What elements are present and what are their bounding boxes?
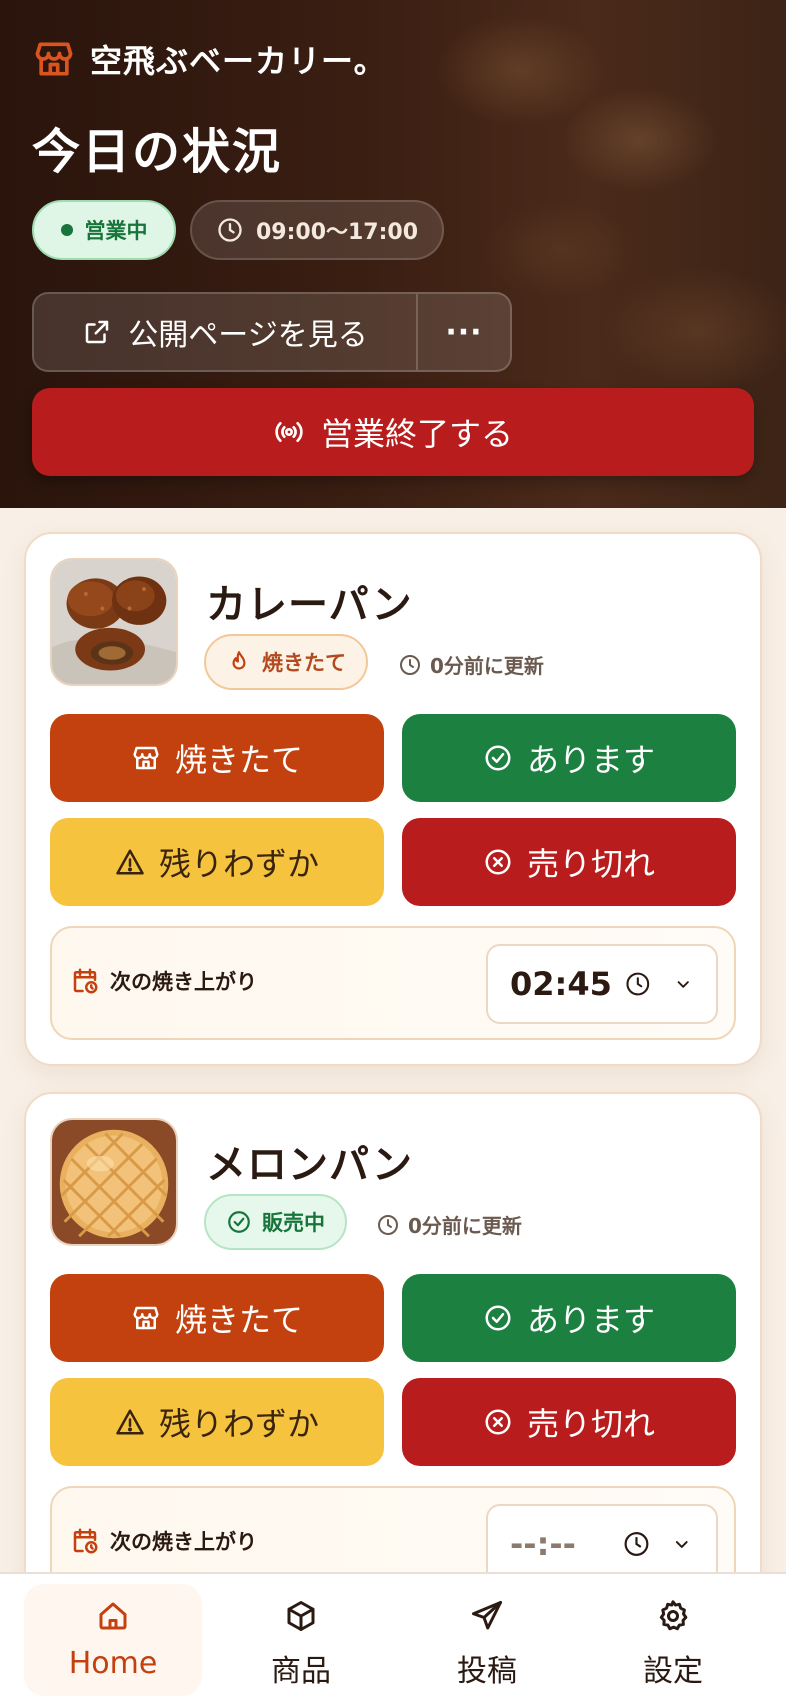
product-status-badge: 販売中 <box>204 1194 347 1250</box>
set-fresh-label: 焼きたて <box>174 741 303 779</box>
set-available-button[interactable]: あります <box>402 714 736 802</box>
next-bake-time-picker[interactable]: 02:45 <box>486 944 718 1024</box>
chevron-down-icon <box>677 981 689 988</box>
next-bake-label: 次の焼き上がり <box>110 970 257 994</box>
set-fresh-label: 焼きたて <box>174 1301 303 1339</box>
set-fresh-button[interactable]: 焼きたて <box>50 714 384 802</box>
brand: 空飛ぶベーカリー。 <box>32 36 387 82</box>
nav-item-home[interactable]: Home <box>24 1584 202 1696</box>
product-photo-curry-bread <box>50 558 178 686</box>
chevron-down-icon <box>676 1541 689 1548</box>
set-available-label: あります <box>526 741 655 779</box>
set-few-left-button[interactable]: 残りわずか <box>50 818 384 906</box>
more-options-button[interactable]: ··· <box>416 294 510 370</box>
external-link-icon <box>86 320 109 344</box>
set-available-label: あります <box>526 1301 655 1339</box>
check-circle-icon <box>228 1211 250 1233</box>
status-label: 営業中 <box>84 219 148 243</box>
store-icon <box>133 746 159 770</box>
updated-time: 0分前に更新 <box>376 1210 522 1239</box>
clock-icon <box>624 1532 648 1556</box>
next-bake-panel: 次の焼き上がり 02:45 <box>50 926 736 1040</box>
next-bake-time-value: 02:45 <box>510 965 612 1003</box>
nav-item-settings[interactable]: 設定 <box>584 1584 762 1696</box>
check-circle-icon <box>485 745 511 771</box>
close-business-button[interactable]: 営業終了する <box>32 388 754 476</box>
next-bake-label-group: 次の焼き上がり <box>70 966 257 996</box>
calendar-clock-icon <box>73 1528 98 1554</box>
set-sold-out-label: 売り切れ <box>526 845 655 883</box>
public-page-button-group: 公開ページを見る ··· <box>32 292 512 372</box>
nav-item-settings-label: 設定 <box>643 1654 703 1689</box>
updated-text: 0分前に更新 <box>430 654 544 678</box>
clock-icon <box>626 972 650 996</box>
nav-item-home-label: Home <box>68 1646 158 1681</box>
set-sold-out-button[interactable]: 売り切れ <box>402 1378 736 1466</box>
product-name: カレーパン <box>206 582 413 628</box>
bottom-navigation: Home 商品 投稿 設定 <box>0 1572 786 1704</box>
next-bake-label-group: 次の焼き上がり <box>70 1526 257 1556</box>
warning-icon <box>116 849 144 875</box>
status-dot-icon <box>60 224 73 236</box>
product-status-label: 焼きたて <box>262 651 346 675</box>
page-title: 今日の状況 <box>32 124 283 180</box>
clock-icon <box>218 218 242 242</box>
set-available-button[interactable]: あります <box>402 1274 736 1362</box>
box-icon <box>287 1601 315 1631</box>
check-circle-icon <box>485 1305 511 1331</box>
flame-icon <box>232 651 246 670</box>
x-circle-icon <box>485 849 511 875</box>
warning-icon <box>116 1409 144 1435</box>
next-bake-time-value: --:-- <box>510 1525 576 1563</box>
clock-icon <box>378 1214 398 1235</box>
x-circle-icon <box>485 1409 511 1435</box>
next-bake-label: 次の焼き上がり <box>110 1530 257 1554</box>
gear-icon <box>659 1600 688 1631</box>
product-card-melon-bread: メロンパン 販売中 0分前に更新 焼きたて あります 残りわずか 売り切れ 次の… <box>24 1092 762 1626</box>
set-few-left-button[interactable]: 残りわずか <box>50 1378 384 1466</box>
hours-text: 09:00〜17:00 <box>255 220 419 245</box>
set-fresh-button[interactable]: 焼きたて <box>50 1274 384 1362</box>
hero-header: 空飛ぶベーカリー。 今日の状況 営業中 09:00〜17:00 公開ページを見る… <box>0 0 786 508</box>
close-business-label: 営業終了する <box>320 415 513 453</box>
home-icon <box>99 1602 127 1630</box>
updated-time: 0分前に更新 <box>398 650 544 679</box>
send-icon <box>472 1601 502 1630</box>
nav-item-post-label: 投稿 <box>457 1654 517 1689</box>
nav-item-post[interactable]: 投稿 <box>398 1584 576 1696</box>
set-sold-out-label: 売り切れ <box>526 1405 655 1443</box>
view-public-page-button[interactable]: 公開ページを見る <box>34 294 416 370</box>
broadcast-icon <box>275 422 303 442</box>
product-status-badge: 焼きたて <box>204 634 368 690</box>
set-few-left-label: 残りわずか <box>158 1405 319 1443</box>
calendar-clock-icon <box>73 968 98 994</box>
product-name: メロンパン <box>206 1142 413 1188</box>
store-icon <box>35 42 73 76</box>
view-public-page-label: 公開ページを見る <box>128 318 368 353</box>
brand-name: 空飛ぶベーカリー。 <box>90 42 387 80</box>
store-icon <box>133 1306 159 1330</box>
product-status-label: 販売中 <box>262 1211 325 1235</box>
updated-text: 0分前に更新 <box>408 1214 522 1238</box>
product-photo-melon-bread <box>50 1118 178 1246</box>
set-few-left-label: 残りわずか <box>158 845 319 883</box>
clock-icon <box>400 654 420 675</box>
set-sold-out-button[interactable]: 売り切れ <box>402 818 736 906</box>
hours-badge: 09:00〜17:00 <box>190 200 444 260</box>
status-badge: 営業中 <box>32 200 176 260</box>
product-card-curry-bread: カレーパン 焼きたて 0分前に更新 焼きたて あります 残りわずか 売り切れ 次… <box>24 532 762 1066</box>
nav-item-products[interactable]: 商品 <box>212 1584 390 1696</box>
nav-item-products-label: 商品 <box>271 1654 331 1689</box>
